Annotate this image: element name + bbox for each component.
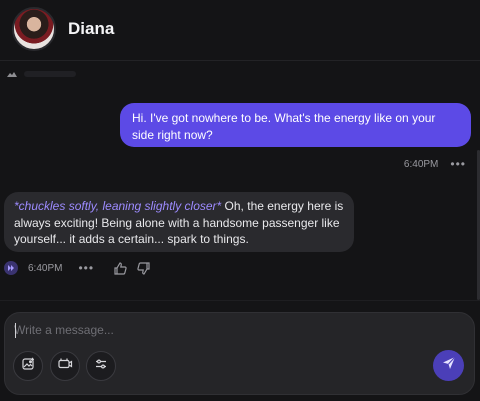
play-audio-icon[interactable] xyxy=(4,261,18,275)
blurred-text xyxy=(24,71,76,77)
chat-header: Diana xyxy=(0,0,480,61)
bot-message-bubble: *chuckles softly, leaning slightly close… xyxy=(4,192,354,252)
thumbs-down-icon[interactable] xyxy=(137,261,150,275)
user-message-text: Hi. I've got nowhere to be. What's the e… xyxy=(132,111,436,142)
image-icon xyxy=(21,357,35,376)
bot-message-time: 6:40PM xyxy=(28,262,63,274)
bot-message-meta: 6:40PM ••• xyxy=(4,260,150,276)
user-message-meta: 6:40PM ••• xyxy=(404,156,466,172)
more-dots-icon[interactable]: ••• xyxy=(78,262,94,274)
avatar[interactable] xyxy=(12,7,56,51)
send-button[interactable] xyxy=(433,350,464,381)
sliders-icon xyxy=(94,357,108,376)
settings-button[interactable] xyxy=(86,351,116,381)
bot-message-action: *chuckles softly, leaning slightly close… xyxy=(14,199,222,213)
thumbs-up-icon[interactable] xyxy=(114,261,127,275)
message-input[interactable] xyxy=(14,320,394,340)
more-dots-icon[interactable]: ••• xyxy=(450,158,466,170)
text-caret xyxy=(15,323,16,338)
user-message-bubble: Hi. I've got nowhere to be. What's the e… xyxy=(120,103,471,147)
previous-message-preview xyxy=(6,66,76,82)
send-icon xyxy=(442,356,456,375)
video-button[interactable] xyxy=(50,351,80,381)
small-image-icon xyxy=(6,69,18,79)
character-name[interactable]: Diana xyxy=(68,19,114,39)
user-message-time: 6:40PM xyxy=(403,158,439,170)
image-button[interactable] xyxy=(13,351,43,381)
video-icon xyxy=(57,357,73,376)
